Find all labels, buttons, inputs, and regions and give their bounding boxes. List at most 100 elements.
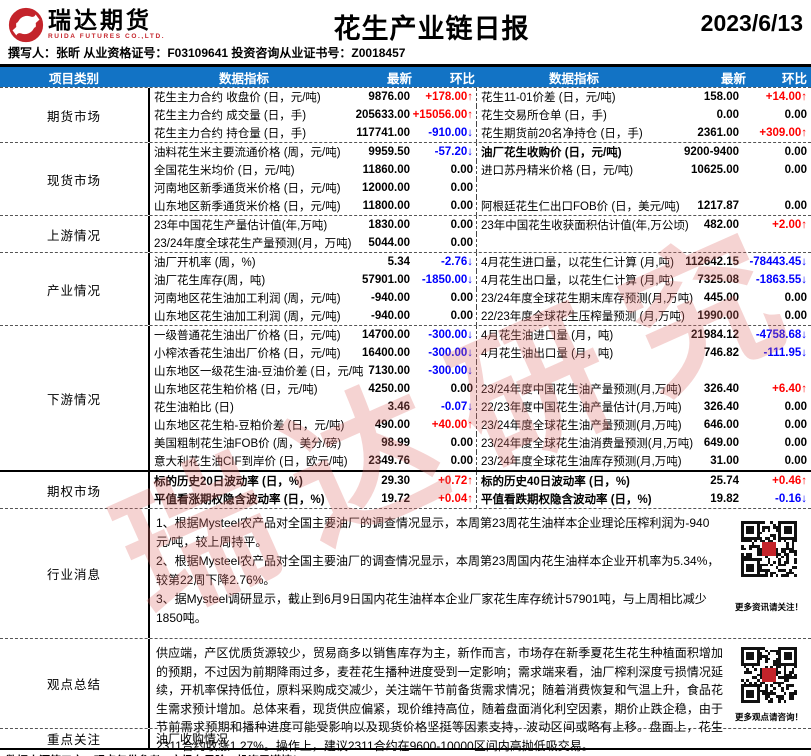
latest-value: 25.74 <box>665 475 739 487</box>
section-rows: 花生主力合约 收盘价 (日，元/吨)9876.00+178.00↑花生11-01… <box>148 88 811 142</box>
change-value: +0.04↑ <box>410 493 476 505</box>
latest-value: 29.30 <box>340 475 410 487</box>
change-value: +40.00↑ <box>410 419 476 431</box>
writer-line: 撰写人：张昕 从业资格证号：F03109641 投资咨询从业证书号：Z00184… <box>0 42 811 64</box>
row-right-half: 花生11-01价差 (日，元/吨)158.00+14.00↑ <box>476 88 811 106</box>
change-value: -4758.68↓ <box>739 329 811 341</box>
table-row: 山东地区花生油加工利润 (周，元/吨)-940.000.0022/23年度全球花… <box>150 307 811 325</box>
indicator-label: 一级普通花生油出厂价格 (日，元/吨) <box>150 327 340 343</box>
indicator-label: 油厂开机率 (周，%) <box>150 254 340 270</box>
change-value: -0.07↓ <box>410 401 476 413</box>
change-value: 0.00 <box>739 292 811 304</box>
latest-value: 1990.00 <box>665 310 739 322</box>
indicator-label: 花生11-01价差 (日，元/吨) <box>477 89 665 105</box>
latest-value: 21984.12 <box>665 329 739 341</box>
latest-value: 19.72 <box>340 493 410 505</box>
row-right-half: 进口苏丹精米价格 (日，元/吨)10625.000.00 <box>476 161 811 179</box>
section-rows: 一级普通花生油出厂价格 (日，元/吨)14700.00-300.00↓4月花生油… <box>148 326 811 470</box>
change-value: 0.00 <box>410 292 476 304</box>
indicator-label: 23/24年度全球花生油消费量预测(月,万吨) <box>477 435 665 451</box>
latest-value: 11800.00 <box>340 200 410 212</box>
row-right-half: 4月花生出口量，以花生仁计算 (月,吨)7325.08-1863.55↓ <box>476 271 811 289</box>
change-value: 0.00 <box>739 109 811 121</box>
indicator-label: 23年中国花生收获面积估计值(年,万公顷) <box>477 217 665 233</box>
report-page: 瑞达研究 瑞达期货 RUIDA FUTURES CO.,LTD. 花生产业链日报… <box>0 0 811 756</box>
news-qr-column: 更多资讯请关注！ <box>727 509 811 638</box>
qr-code-icon <box>741 647 797 703</box>
row-right-half: 23/24年度全球花生油库存预测(月,万吨)31.000.00 <box>476 452 811 470</box>
change-value: +2.00↑ <box>739 219 811 231</box>
news-line: 2、根据Mysteel农产品对全国主要油厂的调查情况显示，本周第23周国内花生油… <box>156 552 723 590</box>
latest-value: 31.00 <box>665 455 739 467</box>
indicator-label: 油厂花生库存(周，吨) <box>150 272 340 288</box>
table-row: 山东地区花生粕-豆粕价差 (日，元/吨)490.00+40.00↑23/24年度… <box>150 416 811 434</box>
change-value: -1863.55↓ <box>739 274 811 286</box>
news-content: 1、根据Mysteel农产品对全国主要油厂的调查情况显示，本周第23周花生油样本… <box>148 509 811 638</box>
latest-value: 14700.00 <box>340 329 410 341</box>
change-value: -111.95↓ <box>739 347 811 359</box>
col-header-category: 项目类别 <box>0 68 148 87</box>
table-row: 河南地区花生油加工利润 (周，元/吨)-940.000.0023/24年度全球花… <box>150 289 811 307</box>
row-right-half: 花生期货前20名净持仓 (日，手)2361.00+309.00↑ <box>476 124 811 142</box>
section-news: 行业消息 1、根据Mysteel农产品对全国主要油厂的调查情况显示，本周第23周… <box>0 508 811 638</box>
latest-value: 490.00 <box>340 419 410 431</box>
change-value: -300.00↓ <box>410 329 476 341</box>
indicator-label: 花生主力合约 持仓量 (日，手) <box>150 125 340 141</box>
section-rows: 油厂开机率 (周，%)5.34-2.76↓4月花生进口量，以花生仁计算 (月,吨… <box>148 253 811 325</box>
latest-value: -940.00 <box>340 310 410 322</box>
indicator-label: 4月花生油出口量 (月，吨) <box>477 345 665 361</box>
change-value: 0.00 <box>739 164 811 176</box>
table-row: 一级普通花生油出厂价格 (日，元/吨)14700.00-300.00↓4月花生油… <box>150 326 811 344</box>
table-row: 小榨浓香花生油出厂价格 (日，元/吨)16400.00-300.00↓4月花生油… <box>150 344 811 362</box>
change-value: 0.00 <box>739 200 811 212</box>
latest-value: 11860.00 <box>340 164 410 176</box>
indicator-label: 平值看跌期权隐含波动率 (日，%) <box>477 491 665 507</box>
row-right-half: 23/24年度全球花生油消费量预测(月,万吨)649.000.00 <box>476 434 811 452</box>
table-row: 意大利花生油CIF到岸价 (日，欧元/吨)2349.760.0023/24年度全… <box>150 452 811 470</box>
col-header-latest-l: 最新 <box>340 68 412 87</box>
change-value: -300.00↓ <box>410 365 476 377</box>
row-right-half: 油厂花生收购价 (日，元/吨)9200-94000.00 <box>476 143 811 161</box>
indicator-label: 进口苏丹精米价格 (日，元/吨) <box>477 162 665 178</box>
indicator-label: 全国花生米均价 (日，元/吨) <box>150 162 340 178</box>
indicator-label: 山东地区花生粕价格 (日，元/吨) <box>150 381 340 397</box>
change-value: 0.00 <box>739 146 811 158</box>
news-line: 3、据Mysteel调研显示，截止到6月9日国内花生油样本企业厂家花生库存统计5… <box>156 590 723 628</box>
indicator-label: 22/23年度中国花生油产量估计(月,万吨) <box>477 399 665 415</box>
change-value: 0.00 <box>410 383 476 395</box>
latest-value: 10625.00 <box>665 164 739 176</box>
row-right-half: 23/24年度中国花生油产量预测(月,万吨)326.40+6.40↑ <box>476 380 811 398</box>
table-row: 美国粗制花生油FOB价 (周，美分/磅)98.990.0023/24年度全球花生… <box>150 434 811 452</box>
section-rows: 23年中国花生产量估计值(年,万吨)1830.000.0023年中国花生收获面积… <box>148 216 811 252</box>
latest-value: 326.40 <box>665 401 739 413</box>
table-row: 花生主力合约 持仓量 (日，手)117741.00-910.00↓花生期货前20… <box>150 124 811 142</box>
change-value: 0.00 <box>739 437 811 449</box>
row-right-half <box>476 234 811 252</box>
focus-text: 油厂收购情况 <box>148 729 811 748</box>
indicator-label: 23/24年度中国花生油产量预测(月,万吨) <box>477 381 665 397</box>
section-category: 产业情况 <box>0 253 148 325</box>
section-category-summary: 观点总结 <box>0 639 148 728</box>
change-value: 0.00 <box>410 182 476 194</box>
logo-company-name: 瑞达期货 <box>48 7 165 33</box>
latest-value: 12000.00 <box>340 182 410 194</box>
indicator-label: 23/24年度全球花生期末库存预测(月,万吨) <box>477 290 665 306</box>
indicator-label: 23年中国花生产量估计值(年,万吨) <box>150 217 340 233</box>
latest-value: 57901.00 <box>340 274 410 286</box>
change-value: +6.40↑ <box>739 383 811 395</box>
latest-value: 19.82 <box>665 493 739 505</box>
table-row: 全国花生米均价 (日，元/吨)11860.000.00进口苏丹精米价格 (日，元… <box>150 161 811 179</box>
change-value: 0.00 <box>739 419 811 431</box>
qr-code-icon <box>741 521 797 577</box>
indicator-label: 23/24年度全球花生油产量预测(月,万吨) <box>477 417 665 433</box>
section-category: 期货市场 <box>0 88 148 142</box>
disclaimer-text: 数据来源第三方，观点仅供参考。市场有风险，投资需谨慎！ <box>0 750 811 756</box>
latest-value: 112642.15 <box>665 256 739 268</box>
indicator-label: 意大利花生油CIF到岸价 (日，欧元/吨) <box>150 453 340 469</box>
latest-value: 482.00 <box>665 219 739 231</box>
news-line: 1、根据Mysteel农产品对全国主要油厂的调查情况显示，本周第23周花生油样本… <box>156 514 723 552</box>
section-category: 期权市场 <box>0 472 148 508</box>
indicator-label: 4月花生油进口量 (月，吨) <box>477 327 665 343</box>
indicator-label: 花生主力合约 成交量 (日，手) <box>150 107 340 123</box>
indicator-label: 河南地区新季通货米价格 (日，元/吨) <box>150 180 340 196</box>
